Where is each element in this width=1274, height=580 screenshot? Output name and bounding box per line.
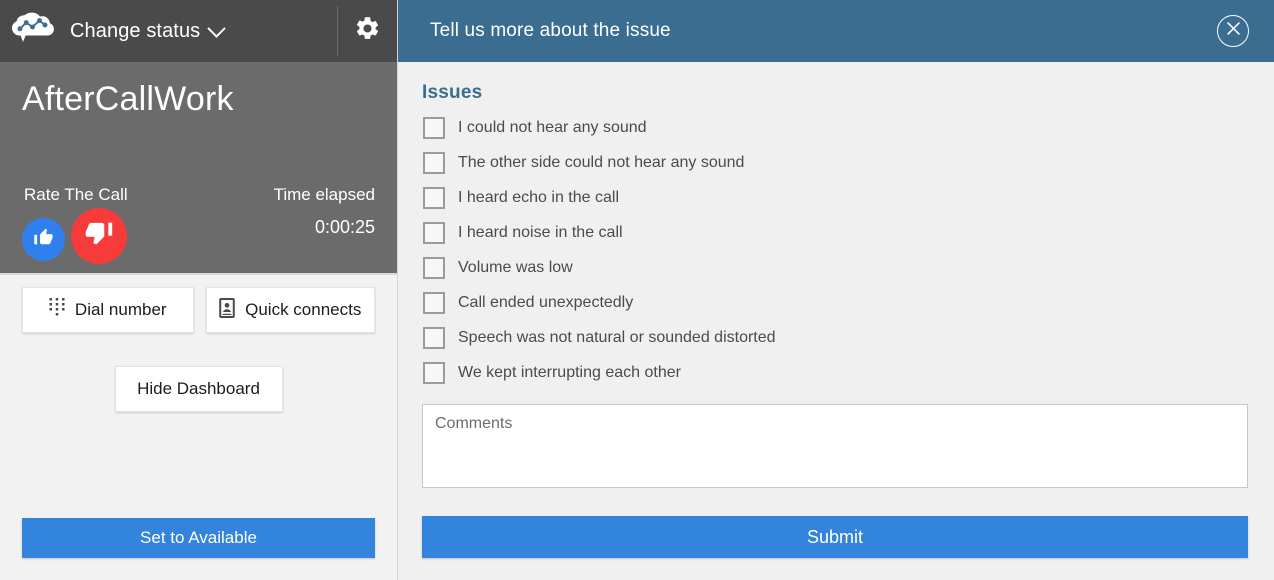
- issue-checkbox-label: Speech was not natural or sounded distor…: [458, 328, 776, 346]
- dial-number-label: Dial number: [74, 300, 167, 319]
- checkbox-icon[interactable]: [423, 291, 445, 314]
- thumbs-down-button[interactable]: [71, 208, 127, 264]
- contact-status-area: AfterCallWork Rate The Call Time elapsed…: [0, 62, 397, 275]
- comments-textarea[interactable]: [422, 404, 1248, 488]
- issue-checkbox-label: The other side could not hear any sound: [458, 153, 745, 171]
- time-elapsed-value: 0:00:25: [314, 217, 375, 237]
- issues-section-title: Issues: [422, 82, 483, 103]
- close-panel-button[interactable]: [1217, 15, 1249, 47]
- issue-checkbox-row[interactable]: Speech was not natural or sounded distor…: [422, 320, 1249, 355]
- contact-card-icon: [219, 297, 235, 323]
- rate-the-call-label: Rate The Call: [24, 185, 128, 204]
- checkbox-icon[interactable]: [423, 221, 445, 244]
- ccp-topbar: Change status: [0, 0, 397, 62]
- issue-checkbox-row[interactable]: I heard echo in the call: [422, 180, 1249, 215]
- ccp-action-row: Dial number Quick connects: [0, 275, 397, 333]
- issue-checkbox-row[interactable]: I could not hear any sound: [422, 110, 1249, 145]
- issue-checkbox-label: I heard echo in the call: [458, 188, 619, 206]
- cloud-analytics-logo-icon: [10, 8, 56, 54]
- close-circle-icon: [1226, 22, 1240, 40]
- quick-connects-button[interactable]: Quick connects: [205, 287, 375, 333]
- time-elapsed-label: Time elapsed: [273, 185, 375, 204]
- issue-panel-body: Issues I could not hear any sound The ot…: [398, 62, 1274, 516]
- issue-checkbox-label: Volume was low: [458, 258, 573, 276]
- set-to-available-button[interactable]: Set to Available: [22, 518, 375, 558]
- issue-checkbox-label: I could not hear any sound: [458, 118, 647, 136]
- submit-label: Submit: [806, 526, 864, 547]
- issue-feedback-panel: Tell us more about the issue Issues I co…: [398, 0, 1274, 580]
- checkbox-icon[interactable]: [423, 256, 445, 279]
- issue-checkbox-label: I heard noise in the call: [458, 223, 623, 241]
- issue-panel-header: Tell us more about the issue: [398, 0, 1274, 62]
- issue-checkbox-row[interactable]: I heard noise in the call: [422, 215, 1249, 250]
- issue-panel-footer: Submit: [398, 516, 1274, 580]
- dial-number-button[interactable]: Dial number: [22, 287, 194, 333]
- set-to-available-label: Set to Available: [140, 528, 257, 547]
- issue-checkbox-row[interactable]: The other side could not hear any sound: [422, 145, 1249, 180]
- change-status-label: Change status: [70, 19, 201, 42]
- ccp-application: Change status AfterCallWork Rate The Cal…: [0, 0, 1274, 580]
- issue-checkbox-row[interactable]: Call ended unexpectedly: [422, 285, 1249, 320]
- issue-checkbox-label: We kept interrupting each other: [458, 363, 681, 381]
- issue-checkbox-row[interactable]: Volume was low: [422, 250, 1249, 285]
- checkbox-icon[interactable]: [423, 116, 445, 139]
- hide-dashboard-label: Hide Dashboard: [137, 379, 260, 398]
- submit-button[interactable]: Submit: [422, 516, 1248, 558]
- issue-panel-title: Tell us more about the issue: [430, 20, 671, 41]
- ccp-bottom-bar: Set to Available: [0, 518, 397, 580]
- hide-dashboard-button[interactable]: Hide Dashboard: [114, 366, 283, 412]
- dialpad-icon: [49, 297, 65, 323]
- rate-call-buttons: [22, 208, 127, 264]
- chevron-down-icon: [207, 18, 226, 38]
- issue-checkbox-row[interactable]: We kept interrupting each other: [422, 355, 1249, 390]
- agent-state-name: AfterCallWork: [22, 80, 234, 118]
- thumbs-up-button[interactable]: [22, 217, 65, 261]
- checkbox-icon[interactable]: [423, 326, 445, 349]
- issue-checkbox-label: Call ended unexpectedly: [458, 293, 634, 311]
- ccp-actions: Dial number Quick connects Hide Dashboar…: [0, 275, 397, 518]
- thumbs-up-icon: [33, 226, 54, 252]
- settings-button[interactable]: [337, 0, 398, 62]
- issues-checkbox-list: I could not hear any sound The other sid…: [422, 110, 1249, 390]
- thumbs-down-icon: [85, 219, 114, 253]
- checkbox-icon[interactable]: [423, 151, 445, 174]
- contact-control-panel: Change status AfterCallWork Rate The Cal…: [0, 0, 398, 580]
- quick-connects-label: Quick connects: [245, 300, 362, 319]
- checkbox-icon[interactable]: [423, 361, 445, 384]
- gear-icon: [354, 15, 381, 47]
- checkbox-icon[interactable]: [423, 186, 445, 209]
